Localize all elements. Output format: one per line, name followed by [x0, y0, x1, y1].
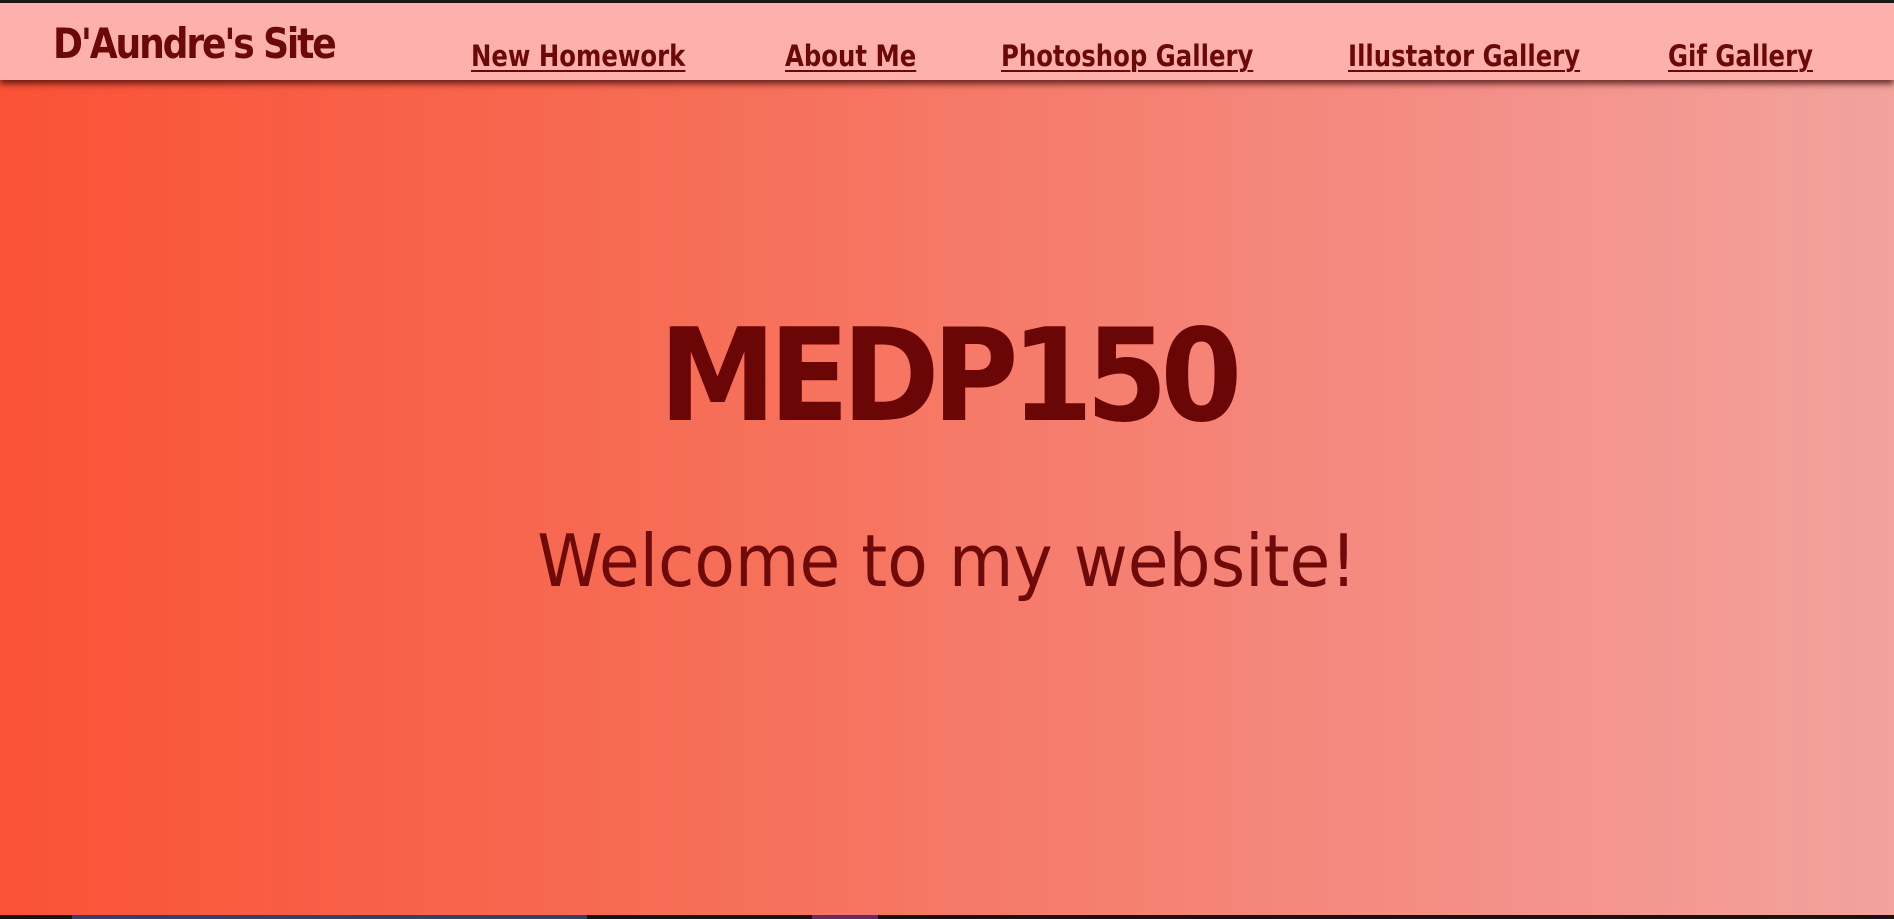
top-navbar: D'Aundre's Site New Homework About Me Ph…	[0, 3, 1894, 80]
nav-link-gif-gallery[interactable]: Gif Gallery	[1668, 39, 1813, 73]
bottom-edge-accent	[812, 915, 878, 919]
nav-link-illustrator-gallery[interactable]: Illustator Gallery	[1348, 39, 1580, 73]
nav-link-photoshop-gallery[interactable]: Photoshop Gallery	[1001, 39, 1253, 73]
site-logo[interactable]: D'Aundre's Site	[53, 19, 337, 68]
nav-link-about-me[interactable]: About Me	[785, 39, 916, 73]
page-background: D'Aundre's Site New Homework About Me Ph…	[0, 0, 1894, 919]
hero-subtitle: Welcome to my website!	[537, 519, 1357, 603]
hero-title: MEDP150	[659, 302, 1242, 451]
bottom-edge-accent	[72, 915, 587, 919]
nav-link-new-homework[interactable]: New Homework	[471, 39, 685, 73]
